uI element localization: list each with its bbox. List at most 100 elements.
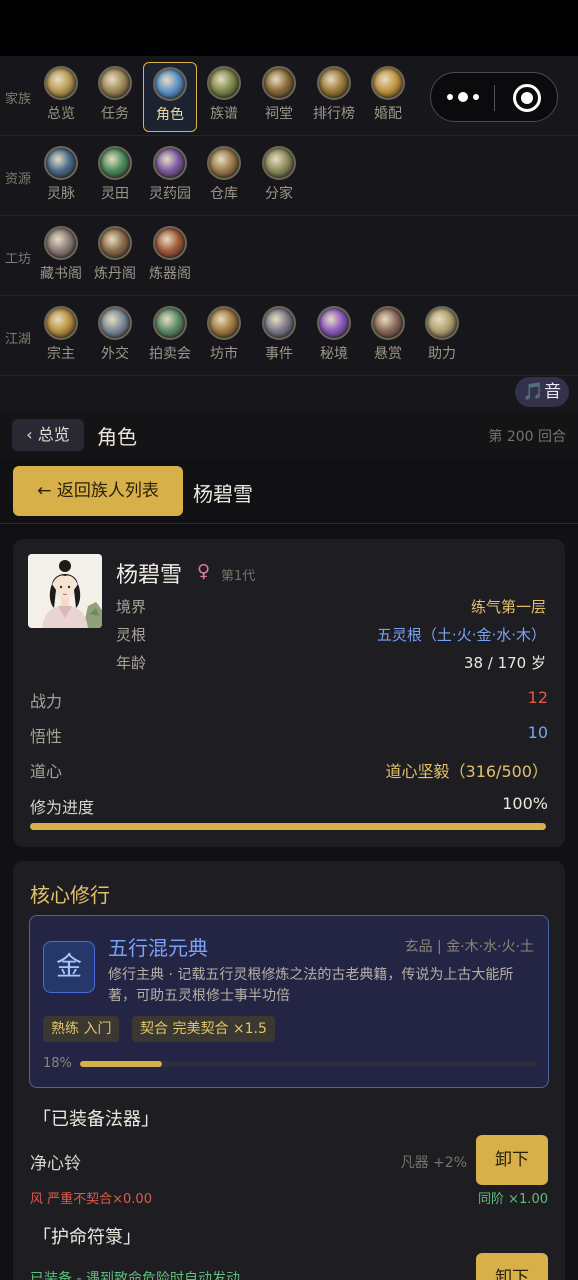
nav-item[interactable]: 灵药园 [143,142,197,212]
back-to-overview-button[interactable]: ‹ 总览 [12,419,84,451]
equipped-artifact-title: 「已装备法器」 [33,1109,159,1130]
miniprogram-capsule [430,72,558,122]
nav-item[interactable]: 坊市 [197,302,251,372]
artifact-affinity-warning: 风 严重不契合×0.00 [30,1192,152,1207]
nav-item-label: 任务 [101,106,129,122]
overview-icon [44,66,78,100]
secret-realm-icon [317,306,351,340]
nav-row: 江湖 宗主 外交 拍卖会 坊市 事件 秘境 悬赏 助力 [0,296,578,376]
unequip-artifact-button[interactable]: 卸下 [476,1135,548,1185]
nav-item-label: 炼器阁 [149,266,191,282]
main-technique-card[interactable]: 金 五行混元典 玄品 | 金·木·水·火·土 修行主典 · 记载五行灵根修炼之法… [29,915,549,1088]
nav-item-label: 悬赏 [374,346,402,362]
nav-item[interactable]: 排行榜 [307,62,361,132]
realm-row: 境界 练气第一层 [116,596,546,616]
realm-label: 境界 [116,598,147,616]
nav-item[interactable]: 拍卖会 [143,302,197,372]
nav-item-label: 拍卖会 [149,346,191,362]
nav-item-label: 灵田 [101,186,129,202]
family-tree-icon [207,66,241,100]
dao-heart-label: 道心 [30,762,63,781]
nav-item[interactable]: 族谱 [197,62,251,132]
dao-heart-value: 道心坚毅（316/500） [385,762,548,781]
forge-icon [153,226,187,260]
nav-item[interactable]: 灵田 [88,142,142,212]
task-icon [98,66,132,100]
nav-item[interactable]: 炼丹阁 [88,222,142,292]
nav-row: 工坊 藏书阁 炼丹阁 炼器阁 [0,216,578,296]
nav-item[interactable]: 分家 [252,142,306,212]
combat-power-label: 战力 [30,692,63,711]
nav-item-label: 灵脉 [47,186,75,202]
return-to-clan-list-button[interactable]: ← 返回族人列表 [13,466,183,516]
nav-item[interactable]: 总览 [34,62,88,132]
marriage-icon [371,66,405,100]
cultivation-progress-bar [30,823,546,830]
herb-garden-icon [153,146,187,180]
nav-item[interactable]: 婚配 [361,62,415,132]
affinity-tag: 契合 完美契合 ×1.5 [132,1016,275,1042]
nav-item-label: 宗主 [47,346,75,362]
market-icon [207,306,241,340]
nav-item[interactable]: 仓库 [197,142,251,212]
technique-progress-fill [80,1061,163,1067]
wisdom-label: 悟性 [30,727,63,746]
nav-item-label: 事件 [265,346,293,362]
combat-power-value: 12 [527,688,548,707]
spirit-root-row: 灵根 五灵根（土·火·金·水·木） [116,624,546,644]
nav-item[interactable]: 悬赏 [361,302,415,372]
unequip-talisman-button[interactable]: 卸下 [476,1253,548,1280]
nav-item-label: 排行榜 [313,106,355,122]
nav-item-label: 族谱 [210,106,238,122]
library-icon [44,226,78,260]
nav-item[interactable]: 灵脉 [34,142,88,212]
technique-progress-label: 18% [43,1056,72,1071]
artifact-grade: 凡器 +2% [400,1155,467,1171]
nav-item-label: 婚配 [374,106,402,122]
nav-item[interactable]: 任务 [88,62,142,132]
combat-power-row: 战力 12 [30,688,548,711]
cultivation-label: 修为进度 [30,798,95,817]
more-menu-icon[interactable] [447,90,479,104]
nav-item[interactable]: 藏书阁 [34,222,88,292]
nav-item-label: 角色 [156,107,184,123]
nav-item[interactable]: 助力 [415,302,469,372]
music-toggle-button[interactable]: 🎵音 [515,377,569,407]
event-icon [262,306,296,340]
nav-item-label: 总览 [47,106,75,122]
artifact-rank-bonus: 同阶 ×1.00 [478,1192,548,1207]
nav-row-label: 家族 [5,92,32,107]
nav-item-label: 仓库 [210,186,238,202]
nav-item[interactable]: 事件 [252,302,306,372]
character-header: ← 返回族人列表 杨碧雪 [0,458,578,524]
spirit-root-label: 灵根 [116,626,147,644]
nav-row-label: 江湖 [5,332,32,347]
talisman-status: 已装备 - 遇到致命危险时自动发动 [30,1271,240,1280]
nav-item[interactable]: 角色 [143,62,197,132]
nav-item[interactable]: 宗主 [34,302,88,372]
ranking-icon [317,66,351,100]
character-header-name: 杨碧雪 [193,482,253,506]
artifact-name: 净心铃 [30,1154,81,1174]
status-bar [0,0,578,56]
close-miniprogram-icon[interactable] [513,84,541,112]
nav-item[interactable]: 秘境 [307,302,361,372]
nav-item[interactable]: 炼器阁 [143,222,197,292]
wisdom-value: 10 [527,723,548,742]
nav-row: 资源 灵脉 灵田 灵药园 仓库 分家 [0,136,578,216]
diplomacy-icon [98,306,132,340]
nav-item[interactable]: 祠堂 [252,62,306,132]
nav-item-label: 分家 [265,186,293,202]
nav-item-label: 外交 [101,346,129,362]
nav-item[interactable]: 外交 [88,302,142,372]
nav-item-label: 藏书阁 [40,266,82,282]
assist-icon [425,306,459,340]
character-avatar[interactable] [28,554,102,628]
female-gender-icon: ♀ [197,561,211,582]
sect-master-icon [44,306,78,340]
wisdom-row: 悟性 10 [30,723,548,746]
nav-item-label: 祠堂 [265,106,293,122]
technique-grade: 玄品 | 金·木·水·火·土 [404,939,534,955]
bounty-icon [371,306,405,340]
cultivation-progress-fill [30,823,546,830]
